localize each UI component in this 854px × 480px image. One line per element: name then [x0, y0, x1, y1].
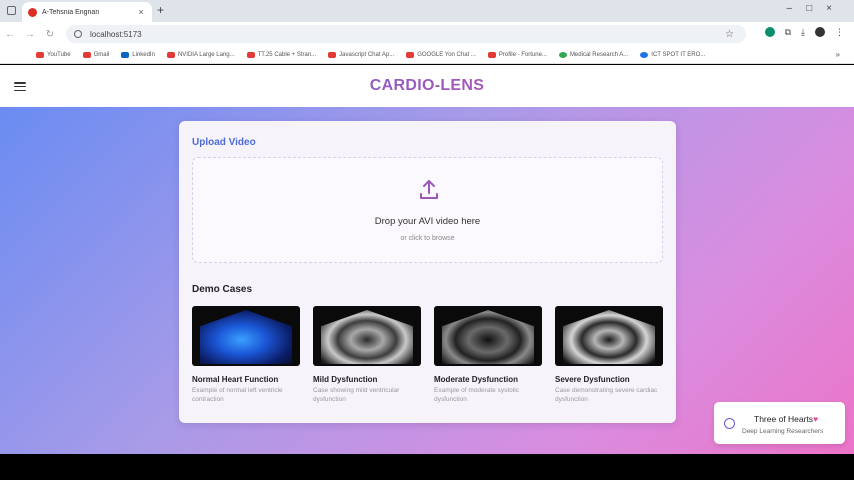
- team-name: Three of Hearts♥: [754, 414, 819, 424]
- demo-case-name: Severe Dysfunction: [555, 375, 630, 384]
- app-header: CARDIO-LENS: [0, 65, 854, 107]
- menu-kebab-icon[interactable]: ⋮: [835, 27, 844, 38]
- dropzone-title: Drop your AVI video here: [374, 216, 481, 227]
- demo-case-description: Example of normal left ventricle contrac…: [192, 387, 283, 403]
- bookmark-item[interactable]: Gmail: [82, 51, 109, 58]
- tab-close-icon[interactable]: ×: [136, 7, 146, 17]
- main-card: Upload Video Drop your AVI video here or…: [179, 121, 676, 423]
- demo-thumbnail[interactable]: [192, 306, 300, 366]
- demo-case-description: Example of moderate systolic dysfunction: [434, 387, 519, 403]
- upload-dropzone[interactable]: Drop your AVI video here or click to bro…: [192, 157, 663, 263]
- browser-toolbar: ← → ↻ localhost:5173 ☆ ⧉ ⤓ ⋮: [0, 22, 854, 46]
- bookmarks-bar: YouTube Gmail LinkedIn NVIDIA Large Lang…: [0, 46, 854, 64]
- tab-search-icon[interactable]: [7, 6, 16, 15]
- youtube-icon: [246, 51, 255, 58]
- profile-avatar[interactable]: [815, 27, 825, 37]
- brain-icon: [724, 418, 735, 429]
- team-role: Deep Learning Researchers: [742, 428, 824, 435]
- bookmark-item[interactable]: NVIDIA Large Lang...: [166, 51, 235, 58]
- team-badge: Three of Hearts♥ Deep Learning Researche…: [714, 402, 845, 444]
- dropzone-subtitle: or click to browse: [400, 235, 455, 242]
- demo-case-name: Normal Heart Function: [192, 375, 279, 384]
- echo-image: [442, 310, 534, 364]
- new-tab-button[interactable]: +: [157, 3, 164, 17]
- echo-image: [321, 310, 413, 364]
- bookmark-item[interactable]: Javascript Chat Ap...: [328, 51, 394, 58]
- youtube-icon: [406, 51, 415, 58]
- more-bookmarks-icon[interactable]: »: [836, 50, 840, 59]
- linkedin-icon: [121, 51, 130, 58]
- demo-case-severe[interactable]: Severe Dysfunction Case demonstrating se…: [555, 306, 663, 405]
- youtube-icon: [328, 51, 337, 58]
- gmail-icon: [82, 51, 91, 58]
- tab-title: A-Tehsnia Engnan: [42, 8, 100, 16]
- site-icon: [640, 51, 649, 58]
- bookmark-star-icon[interactable]: ☆: [725, 29, 734, 40]
- demo-case-description: Case demonstrating severe cardiac dysfun…: [555, 387, 658, 403]
- address-bar[interactable]: localhost:5173 ☆: [66, 25, 746, 43]
- upload-icon: [420, 180, 438, 199]
- bookmark-item[interactable]: GOOGLE Yon Chat ...: [406, 51, 476, 58]
- window-controls[interactable]: –□×: [787, 3, 846, 14]
- browser-tab[interactable]: A-Tehsnia Engnan ×: [22, 2, 152, 22]
- extensions-puzzle-icon[interactable]: ⧉: [785, 27, 791, 38]
- demo-case-mild[interactable]: Mild Dysfunction Case showing mild ventr…: [313, 306, 421, 405]
- site-info-icon[interactable]: [74, 30, 82, 38]
- download-icon[interactable]: ⤓: [801, 27, 805, 38]
- url-text: localhost:5173: [90, 29, 142, 39]
- heart-icon: ♥: [813, 414, 819, 424]
- youtube-icon: [166, 51, 175, 58]
- profile-icon: [487, 51, 496, 58]
- tab-favicon-icon: [28, 7, 37, 17]
- extension-icons: ⧉ ⤓ ⋮: [764, 27, 844, 38]
- brand-logo: CARDIO-LENS: [0, 77, 854, 95]
- bookmark-item[interactable]: Medical Research A...: [558, 51, 628, 58]
- back-icon[interactable]: ←: [0, 29, 20, 40]
- echo-image: [563, 310, 655, 364]
- upload-section-title: Upload Video: [192, 137, 256, 148]
- demo-case-name: Mild Dysfunction: [313, 375, 378, 384]
- demo-case-normal[interactable]: Normal Heart Function Example of normal …: [192, 306, 300, 405]
- bookmark-item[interactable]: TT.25 Cable + Stran...: [246, 51, 316, 58]
- bookmark-item[interactable]: ICT SPOT IT ERO...: [640, 51, 705, 58]
- echo-image: [200, 310, 292, 364]
- bookmark-item[interactable]: Profile - Fortune...: [487, 51, 547, 58]
- reload-icon[interactable]: ↻: [40, 29, 60, 40]
- demo-case-description: Case showing mild ventricular dysfunctio…: [313, 387, 400, 403]
- demo-cases-title: Demo Cases: [192, 284, 253, 295]
- demo-thumbnail[interactable]: [434, 306, 542, 366]
- demo-thumbnail[interactable]: [555, 306, 663, 366]
- bookmark-item[interactable]: YouTube: [36, 51, 71, 58]
- medical-icon: [558, 51, 567, 58]
- demo-thumbnail[interactable]: [313, 306, 421, 366]
- browser-tabstrip: A-Tehsnia Engnan × + –□×: [0, 0, 854, 22]
- demo-case-name: Moderate Dysfunction: [434, 375, 519, 384]
- extension-icon[interactable]: [764, 27, 775, 37]
- forward-icon[interactable]: →: [20, 29, 40, 40]
- youtube-icon: [36, 51, 44, 58]
- bookmark-item[interactable]: LinkedIn: [121, 51, 155, 58]
- demo-case-moderate[interactable]: Moderate Dysfunction Example of moderate…: [434, 306, 542, 405]
